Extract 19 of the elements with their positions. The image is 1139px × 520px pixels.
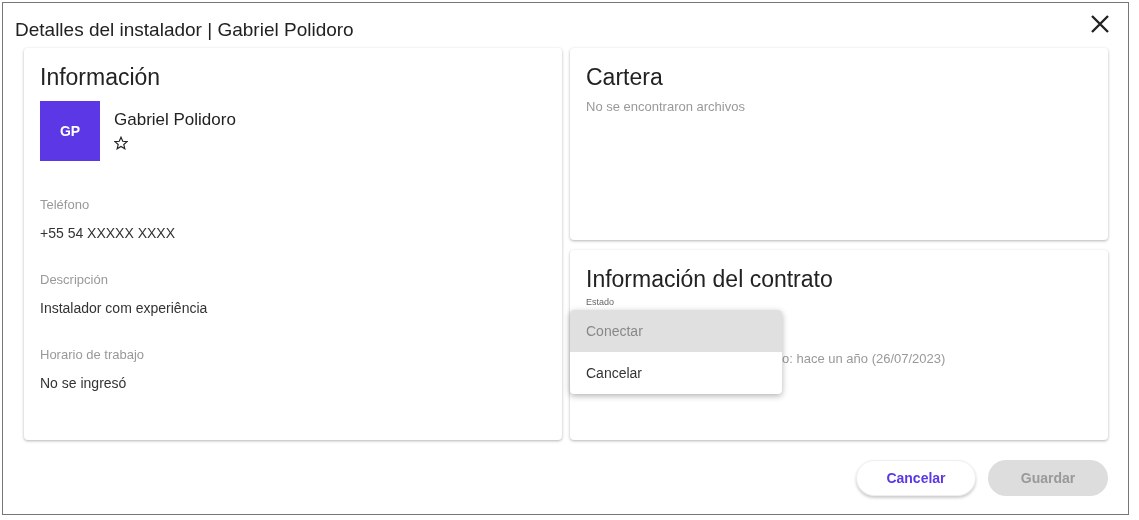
menu-item[interactable]: Cancelar xyxy=(570,352,782,394)
star-icon[interactable] xyxy=(114,136,128,150)
field-label: Horario de trabajo xyxy=(40,347,146,362)
installer-name: Gabriel Polidoro xyxy=(114,110,236,130)
field-value: No se ingresó xyxy=(40,375,128,391)
field-label: Descripción xyxy=(40,272,109,287)
empty-message: No se encontraron archivos xyxy=(586,99,746,114)
status-label: Estado xyxy=(586,297,616,307)
contract-date-text: o: hace un año (26/07/2023) xyxy=(781,351,947,366)
card-heading: Cartera xyxy=(586,64,664,91)
cancel-button[interactable]: Cancelar xyxy=(856,460,976,496)
dialog-title: Detalles del instalador | Gabriel Polidoro xyxy=(15,17,354,41)
card-heading: Información del contrato xyxy=(586,266,834,293)
close-icon[interactable] xyxy=(1090,13,1110,34)
field-label: Teléfono xyxy=(40,197,91,212)
field-value: +55 54 XXXXX XXXX xyxy=(40,225,177,241)
avatar: GP xyxy=(40,101,100,161)
card-heading: Información xyxy=(40,64,162,91)
field-value: Instalador com experiência xyxy=(40,300,209,316)
